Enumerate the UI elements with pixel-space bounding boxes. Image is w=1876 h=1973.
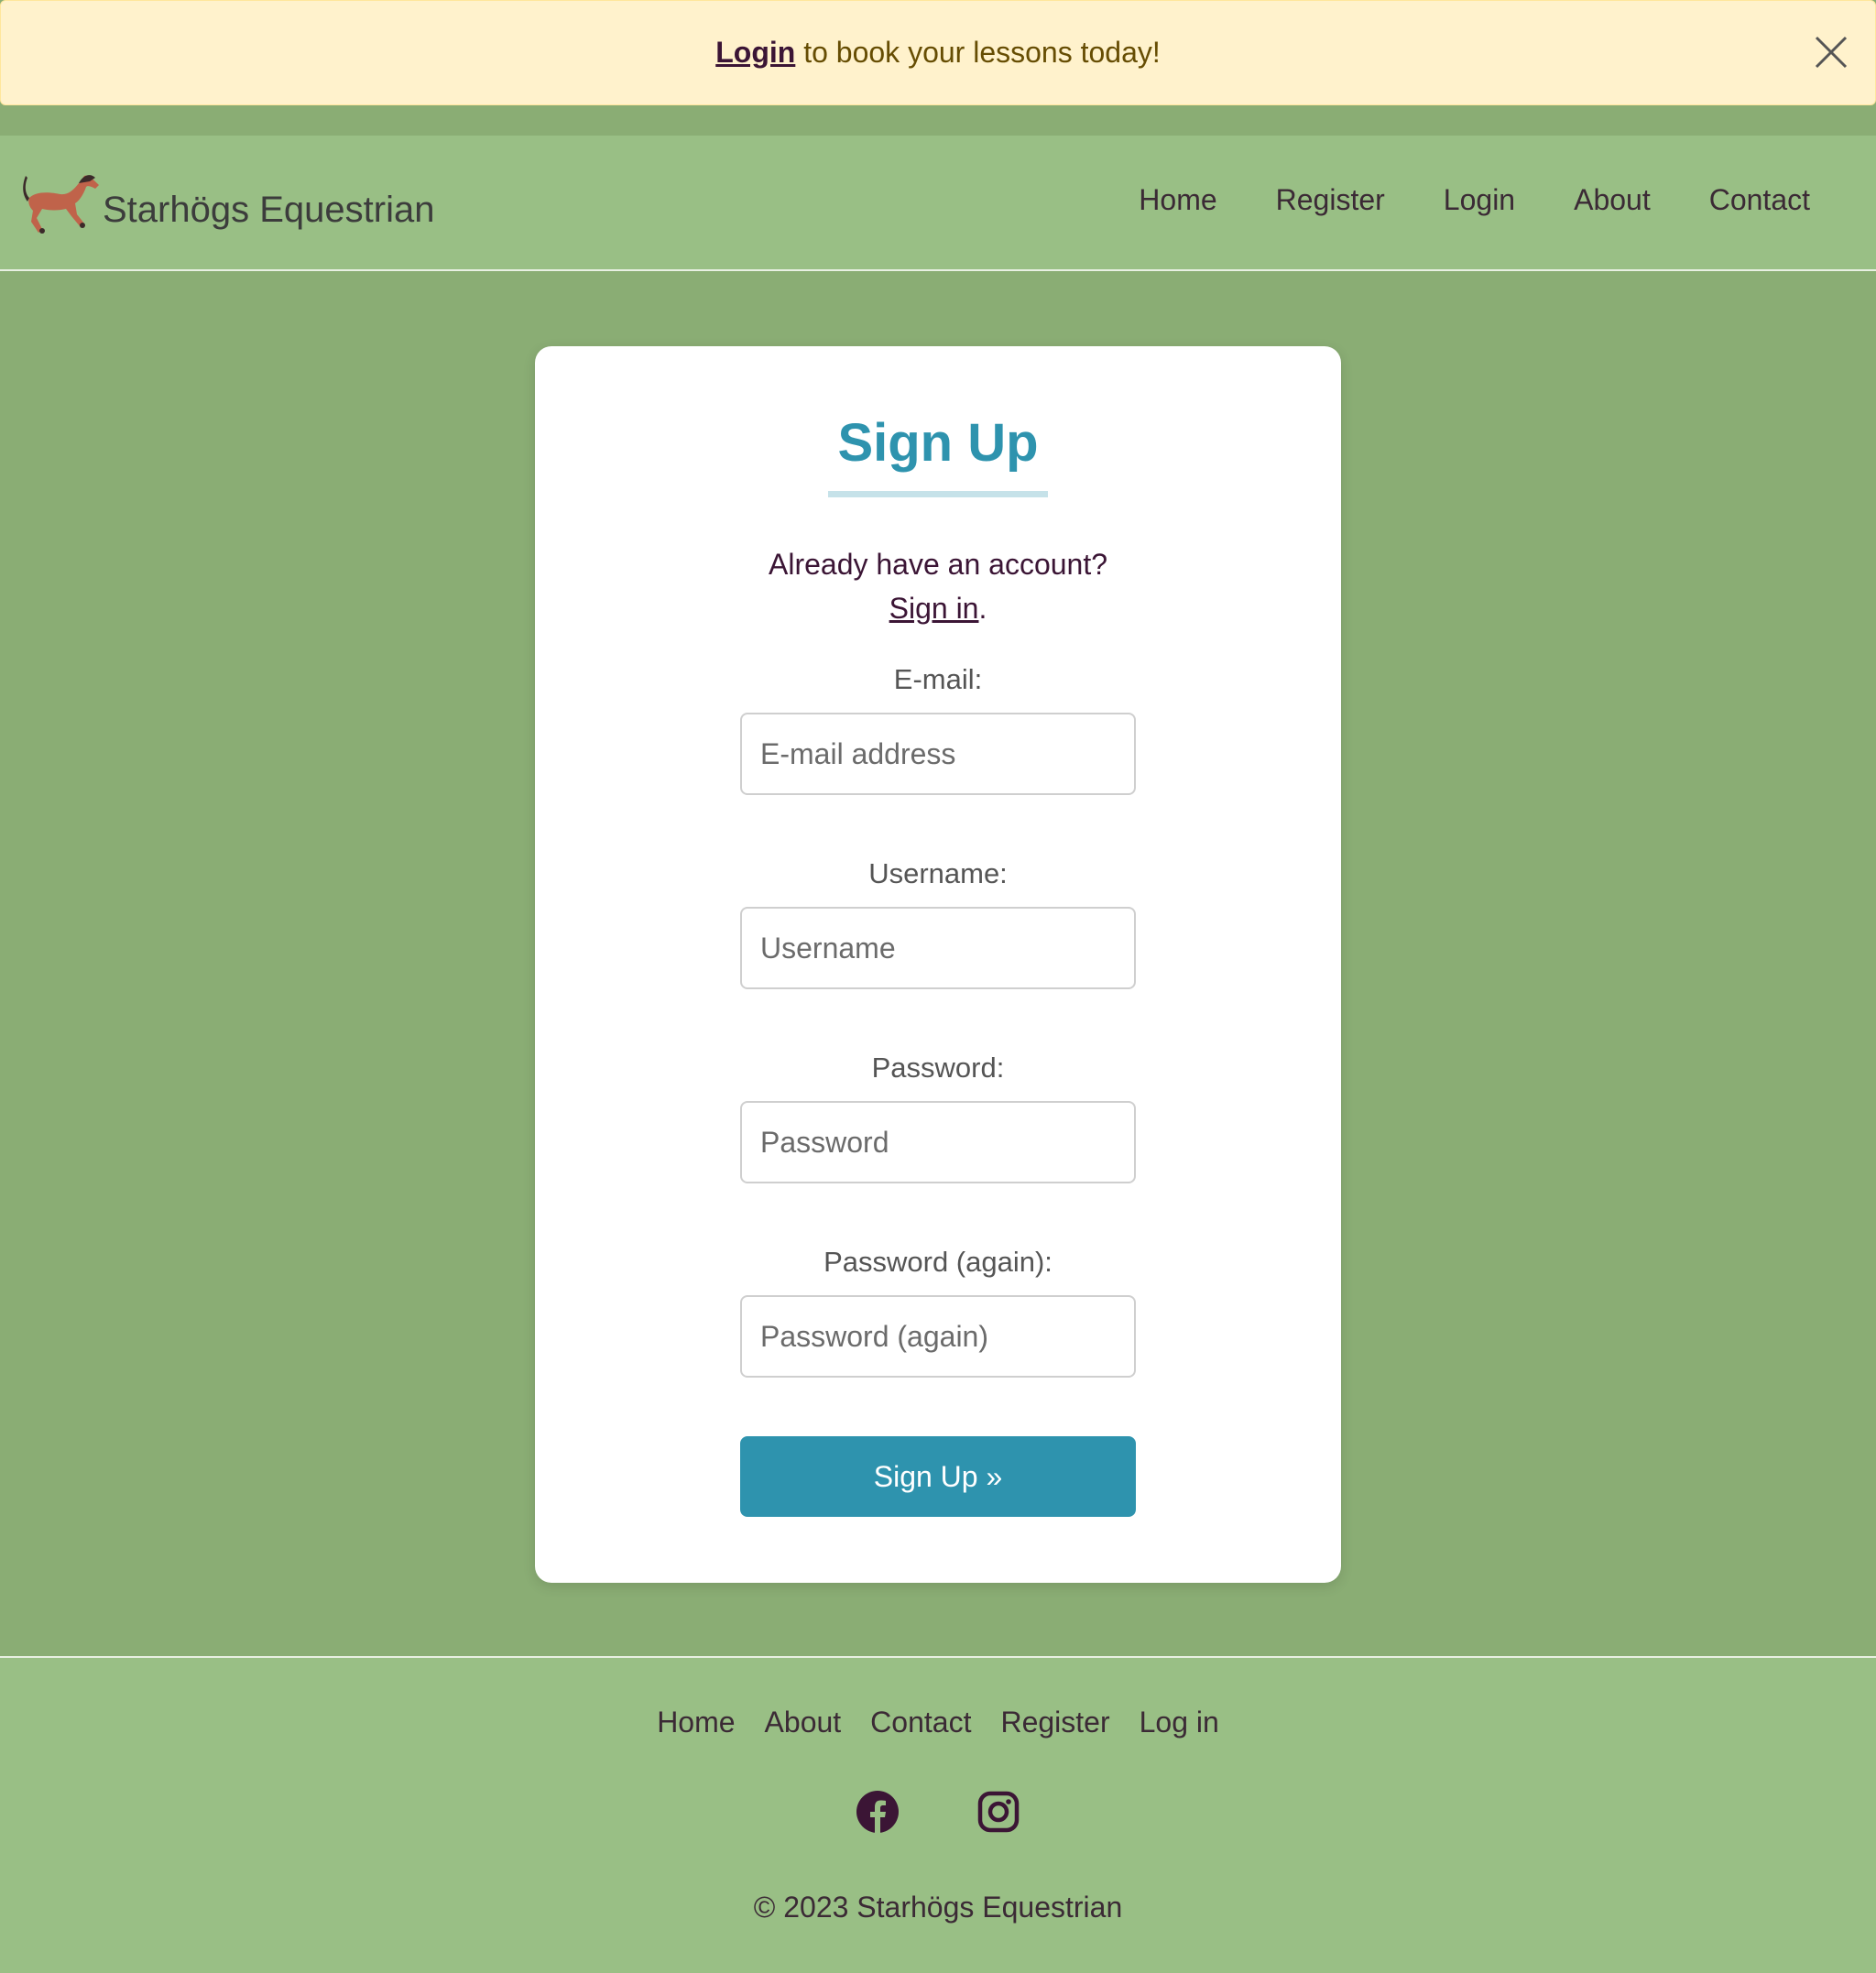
already-account-label: Already have an account? <box>768 548 1108 581</box>
footer-contact[interactable]: Contact <box>870 1706 971 1739</box>
footer-links: Home About Contact Register Log in <box>0 1706 1876 1739</box>
signup-title: Sign Up <box>837 413 1039 473</box>
login-alert-banner: Login to book your lessons today! <box>0 0 1876 105</box>
close-icon[interactable] <box>1813 34 1849 71</box>
brand-name: Starhögs Equestrian <box>103 189 435 230</box>
password-label: Password: <box>871 1052 1005 1084</box>
signup-submit-button[interactable]: Sign Up » <box>740 1436 1136 1517</box>
email-label: E-mail: <box>893 663 983 695</box>
instagram-icon[interactable] <box>976 1790 1020 1834</box>
footer-login[interactable]: Log in <box>1140 1706 1219 1739</box>
title-underline <box>828 491 1048 497</box>
footer-about[interactable]: About <box>765 1706 842 1739</box>
alert-message: to book your lessons today! <box>795 36 1161 69</box>
username-label: Username: <box>868 857 1008 889</box>
nav-home[interactable]: Home <box>1109 183 1246 217</box>
signin-suffix: . <box>978 592 987 625</box>
signin-link[interactable]: Sign in <box>889 592 979 625</box>
password-field[interactable] <box>740 1101 1136 1183</box>
nav-register[interactable]: Register <box>1247 183 1414 217</box>
email-field[interactable] <box>740 713 1136 795</box>
password-again-field[interactable] <box>740 1295 1136 1378</box>
brand-link[interactable]: Starhögs Equestrian <box>20 170 434 249</box>
copyright-text: © 2023 Starhögs Equestrian <box>753 1891 1123 1924</box>
horse-icon <box>20 170 103 249</box>
nav-login[interactable]: Login <box>1414 183 1544 217</box>
nav-links: Home Register Login About Contact <box>1109 183 1839 217</box>
footer-home[interactable]: Home <box>657 1706 735 1739</box>
footer-register[interactable]: Register <box>1000 1706 1109 1739</box>
password-again-label: Password (again): <box>823 1246 1053 1278</box>
signup-card: Sign Up Already have an account? Sign in… <box>535 346 1341 1583</box>
facebook-icon[interactable] <box>856 1790 900 1834</box>
username-field[interactable] <box>740 907 1136 989</box>
alert-login-link[interactable]: Login <box>715 36 795 69</box>
main-navbar: Starhögs Equestrian Home Register Login … <box>0 136 1876 271</box>
social-links <box>0 1790 1876 1834</box>
site-footer: Home About Contact Register Log in © 202… <box>0 1656 1876 1973</box>
nav-about[interactable]: About <box>1544 183 1680 217</box>
already-account-text: Already have an account? Sign in. <box>535 542 1341 630</box>
nav-contact[interactable]: Contact <box>1680 183 1839 217</box>
alert-text: Login to book your lessons today! <box>715 36 1161 70</box>
